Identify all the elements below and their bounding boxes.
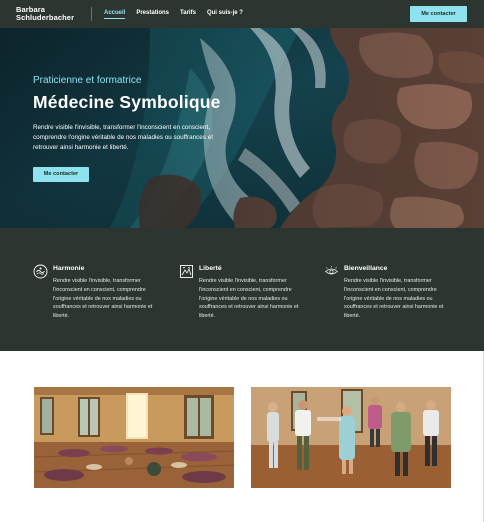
feature-title: Harmonie (53, 265, 85, 272)
feature-body: Liberté Rendre visible l'invisible, tran… (199, 264, 309, 321)
features-section: Harmonie Rendre visible l'invisible, tra… (0, 228, 484, 351)
nav-item-prestations[interactable]: Prestations (136, 10, 169, 18)
feature-text: Rendre visible l'invisible, transformer … (53, 278, 153, 320)
hero-content: Praticienne et formatrice Médecine Symbo… (33, 75, 253, 182)
nav-item-accueil[interactable]: Accueil (104, 10, 126, 19)
site-logo[interactable]: Barbara Schluderbacher (16, 6, 82, 22)
feature-title: Bienveillance (344, 265, 388, 272)
site-header: Barbara Schluderbacher Accueil Prestatio… (0, 0, 484, 28)
logo-line-2: Schluderbacher (16, 13, 75, 22)
feature-text: Rendre visible l'invisible, transformer … (199, 278, 299, 320)
nav-item-qui-suis-je[interactable]: Qui suis-je ? (207, 10, 243, 18)
feature-title: Liberté (199, 265, 222, 272)
hero-description: Rendre visible l'invisible, transformer … (33, 124, 213, 151)
nav-item-tarifs[interactable]: Tarifs (180, 10, 196, 18)
feature-text: Rendre visible l'invisible, transformer … (344, 278, 444, 320)
freedom-icon (180, 265, 193, 278)
hero-section: Praticienne et formatrice Médecine Symbo… (0, 28, 484, 228)
hero-contact-button[interactable]: Me contacter (33, 166, 89, 182)
header-divider (91, 7, 92, 21)
group-session-photo (251, 387, 451, 488)
gallery-section (0, 351, 484, 522)
main-nav: Accueil Prestations Tarifs Qui suis-je ? (104, 10, 243, 19)
workshop-room-photo (34, 387, 234, 488)
kindness-icon (324, 266, 339, 275)
header-contact-button[interactable]: Me contacter (410, 6, 467, 22)
feature-body: Bienveillance Rendre visible l'invisible… (344, 264, 454, 321)
harmony-icon (33, 264, 48, 279)
hero-title: Médecine Symbolique (33, 92, 221, 112)
feature-body: Harmonie Rendre visible l'invisible, tra… (53, 264, 163, 321)
hero-eyebrow: Praticienne et formatrice (33, 75, 142, 86)
